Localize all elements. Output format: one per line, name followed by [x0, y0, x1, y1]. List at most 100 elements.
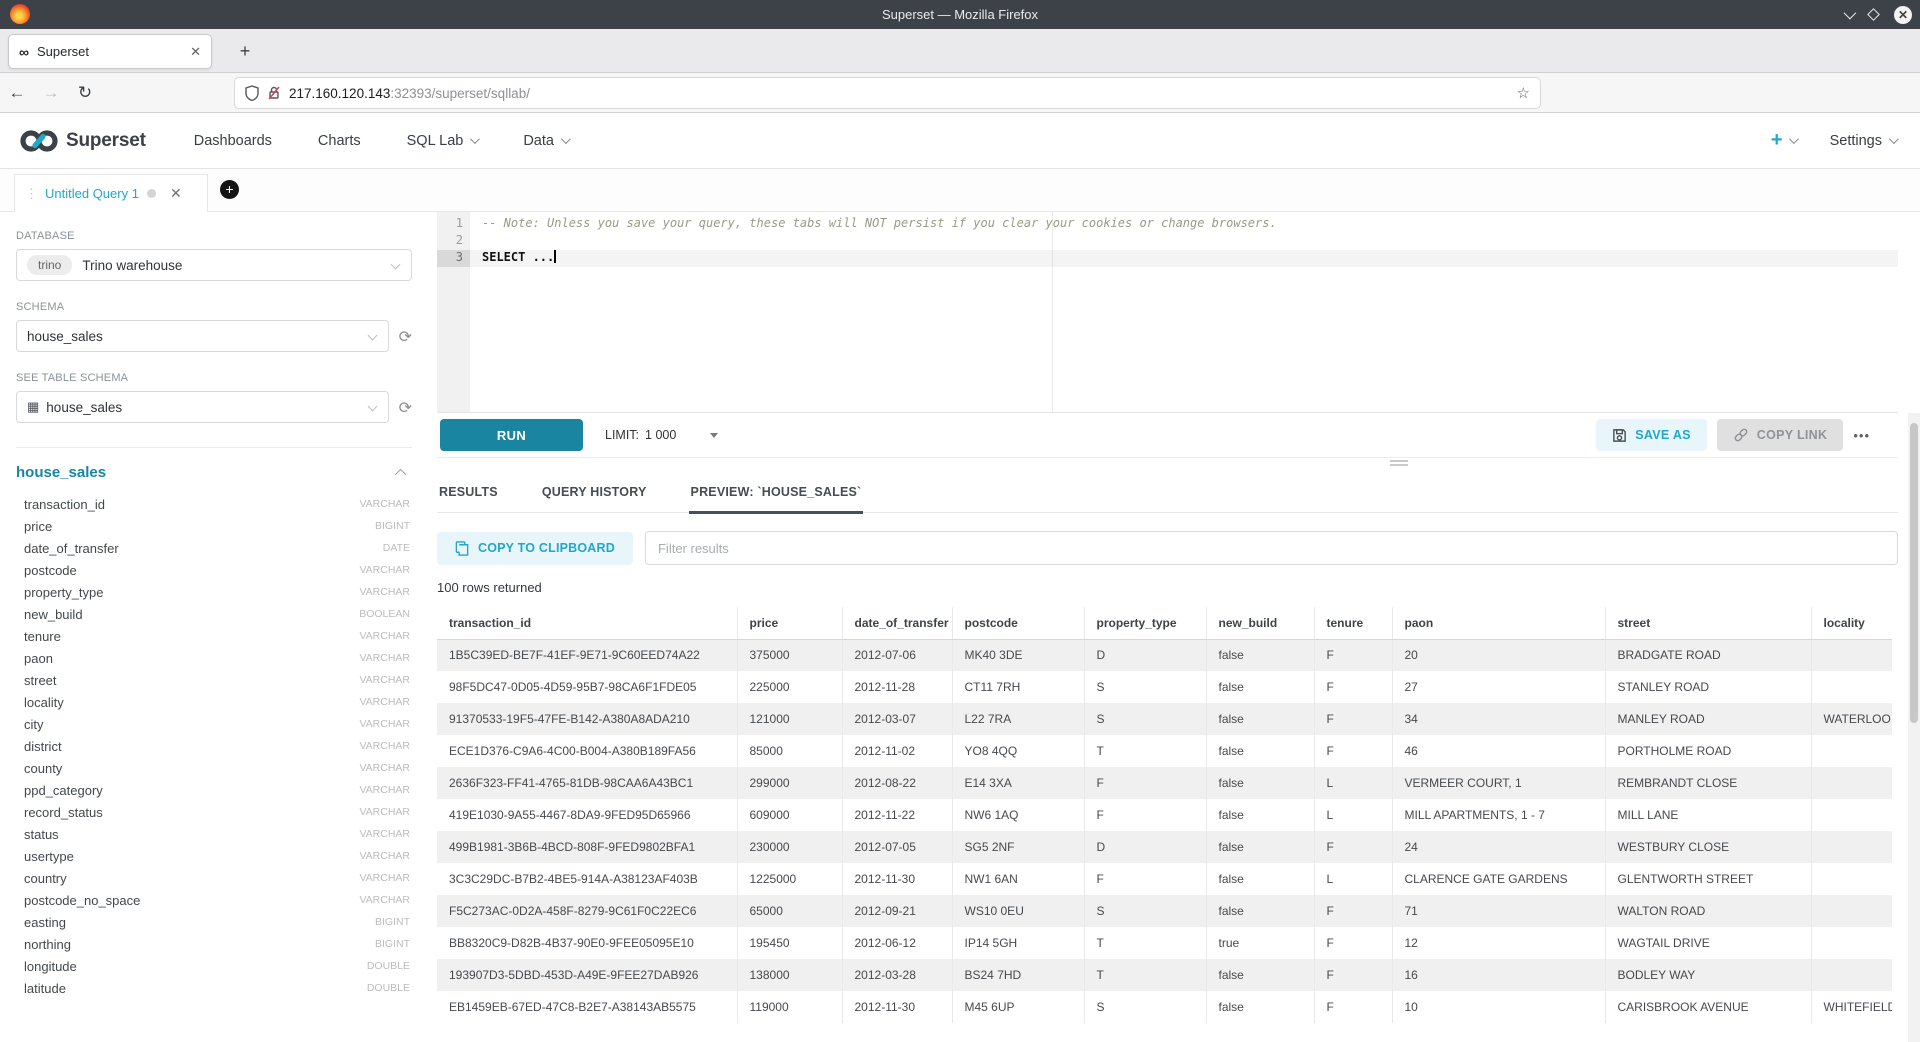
column-name: easting [24, 915, 66, 930]
schema-label: SCHEMA [16, 301, 412, 313]
column-header-postcode[interactable]: postcode [952, 607, 1084, 639]
bookmark-star-icon[interactable]: ☆ [1517, 84, 1530, 102]
table-cell [1811, 895, 1892, 927]
database-select[interactable]: trino Trino warehouse [16, 249, 412, 281]
column-header-locality[interactable]: locality [1811, 607, 1892, 639]
schema-column-row: postcodeVARCHAR [16, 559, 412, 581]
query-tab[interactable]: ⋮ Untitled Query 1 ✕ [14, 174, 208, 212]
query-tab-close-icon[interactable]: ✕ [170, 185, 182, 202]
nav-item-data[interactable]: Data [523, 133, 568, 149]
table-row[interactable]: 2636F323-FF41-4765-81DB-98CAA6A43BC12990… [437, 767, 1892, 799]
nav-item-sql-lab[interactable]: SQL Lab [407, 133, 478, 149]
sql-editor[interactable]: 1-- Note: Unless you save your query, th… [437, 212, 1898, 412]
table-row[interactable]: 419E1030-9A55-4467-8DA9-9FED95D659666090… [437, 799, 1892, 831]
table-cell: F [1084, 767, 1206, 799]
browser-tab[interactable]: ∞ Superset ✕ [8, 34, 212, 69]
table-schema-title[interactable]: house_sales [16, 464, 106, 481]
superset-logo[interactable]: Superset [20, 128, 146, 154]
table-cell: 98F5DC47-0D05-4D59-95B7-98CA6F1FDE05 [437, 671, 737, 703]
limit-value: 1 000 [645, 428, 676, 442]
table-cell: WATERLOO [1811, 703, 1892, 735]
schema-column-row: record_statusVARCHAR [16, 801, 412, 823]
nav-item-dashboards[interactable]: Dashboards [194, 133, 272, 149]
refresh-schema-icon[interactable]: ⟳ [399, 327, 412, 347]
window-minimize-icon[interactable] [1844, 7, 1857, 20]
results-tab-results[interactable]: RESULTS [437, 472, 500, 512]
column-header-street[interactable]: street [1605, 607, 1811, 639]
column-header-property_type[interactable]: property_type [1084, 607, 1206, 639]
save-as-button[interactable]: SAVE AS [1596, 419, 1707, 451]
copy-to-clipboard-button[interactable]: COPY TO CLIPBOARD [437, 532, 633, 565]
url-input[interactable]: 217.160.120.143:32393/superset/sqllab/ ☆ [235, 78, 1540, 108]
column-header-date_of_transfer[interactable]: date_of_transfer [842, 607, 952, 639]
add-query-tab-button[interactable]: + [220, 180, 239, 199]
column-name: county [24, 761, 62, 776]
superset-favicon-icon: ∞ [19, 44, 29, 60]
results-tab-query-history[interactable]: QUERY HISTORY [540, 472, 649, 512]
editor-line[interactable]: 1-- Note: Unless you save your query, th… [437, 216, 1898, 233]
table-cell: L [1314, 799, 1392, 831]
pane-splitter-handle[interactable] [1390, 460, 1408, 466]
scrollbar-thumb[interactable] [1910, 423, 1918, 723]
table-cell: 2012-03-28 [842, 959, 952, 991]
table-cell: 2012-03-07 [842, 703, 952, 735]
settings-menu[interactable]: Settings [1830, 133, 1896, 149]
table-row[interactable]: 499B1981-3B6B-4BCD-808F-9FED9802BFA12300… [437, 831, 1892, 863]
table-row[interactable]: F5C273AC-0D2A-458F-8279-9C61F0C22EC66500… [437, 895, 1892, 927]
table-row[interactable]: ECE1D376-C9A6-4C00-B004-A380B189FA568500… [437, 735, 1892, 767]
tracking-shield-icon[interactable] [245, 85, 259, 101]
results-scrollbar[interactable] [1908, 413, 1920, 1042]
copy-link-button[interactable]: COPY LINK [1717, 419, 1844, 451]
table-row[interactable]: 193907D3-5DBD-453D-A49E-9FEE27DAB9261380… [437, 959, 1892, 991]
table-row[interactable]: 3C3C29DC-B7B2-4BE5-914A-A38123AF403B1225… [437, 863, 1892, 895]
table-cell [1811, 927, 1892, 959]
table-row[interactable]: 91370533-19F5-47FE-B142-A380A8ADA2101210… [437, 703, 1892, 735]
table-cell: 419E1030-9A55-4467-8DA9-9FED95D65966 [437, 799, 737, 831]
tab-close-icon[interactable]: ✕ [190, 44, 201, 60]
table-cell: YO8 4QQ [952, 735, 1084, 767]
table-row[interactable]: 98F5DC47-0D05-4D59-95B7-98CA6F1FDE052250… [437, 671, 1892, 703]
filter-results-input[interactable] [645, 531, 1898, 565]
column-type: BIGINT [375, 916, 410, 928]
column-header-new_build[interactable]: new_build [1206, 607, 1314, 639]
column-name: date_of_transfer [24, 541, 119, 556]
schema-select[interactable]: house_sales [16, 320, 389, 352]
table-cell: false [1206, 831, 1314, 863]
window-maximize-icon[interactable] [1867, 8, 1880, 21]
window-titlebar: Superset — Mozilla Firefox ✕ [0, 0, 1920, 29]
drag-handle-icon[interactable]: ⋮ [25, 186, 37, 202]
back-button[interactable]: ← [0, 83, 34, 103]
results-tab-preview-house-sales[interactable]: PREVIEW: `HOUSE_SALES` [689, 472, 864, 512]
limit-dropdown[interactable]: LIMIT: 1 000 [605, 428, 718, 442]
column-header-price[interactable]: price [737, 607, 842, 639]
table-cell: false [1206, 991, 1314, 1023]
column-name: paon [24, 651, 53, 666]
collapse-chevron-icon[interactable] [395, 468, 406, 479]
table-cell: 230000 [737, 831, 842, 863]
add-new-button[interactable]: + [1771, 129, 1796, 152]
column-header-transaction_id[interactable]: transaction_id [437, 607, 737, 639]
column-name: status [24, 827, 59, 842]
run-button[interactable]: RUN [440, 419, 583, 451]
nav-item-charts[interactable]: Charts [318, 133, 361, 149]
table-cell: IP14 5GH [952, 927, 1084, 959]
editor-line[interactable]: 2 [437, 233, 1898, 250]
forward-button[interactable]: → [34, 83, 68, 103]
window-close-icon[interactable]: ✕ [1894, 6, 1912, 24]
insecure-lock-icon[interactable] [267, 85, 281, 101]
table-cell: 2012-11-30 [842, 863, 952, 895]
table-select[interactable]: ▦ house_sales [16, 391, 389, 423]
new-tab-button[interactable]: + [234, 41, 256, 63]
table-row[interactable]: EB1459EB-67ED-47C8-B2E7-A38143AB55751190… [437, 991, 1892, 1023]
column-header-paon[interactable]: paon [1392, 607, 1605, 639]
clipboard-icon [455, 541, 469, 556]
table-row[interactable]: 1B5C39ED-BE7F-41EF-9E71-9C60EED74A223750… [437, 639, 1892, 671]
table-cell: F5C273AC-0D2A-458F-8279-9C61F0C22EC6 [437, 895, 737, 927]
editor-line[interactable]: 3SELECT ... [437, 250, 1898, 267]
column-header-tenure[interactable]: tenure [1314, 607, 1392, 639]
reload-button[interactable]: ↻ [68, 83, 102, 103]
refresh-table-icon[interactable]: ⟳ [399, 398, 412, 418]
column-name: district [24, 739, 62, 754]
more-actions-button[interactable]: ••• [1853, 428, 1870, 443]
table-row[interactable]: BB8320C9-D82B-4B37-90E0-9FEE05095E101954… [437, 927, 1892, 959]
